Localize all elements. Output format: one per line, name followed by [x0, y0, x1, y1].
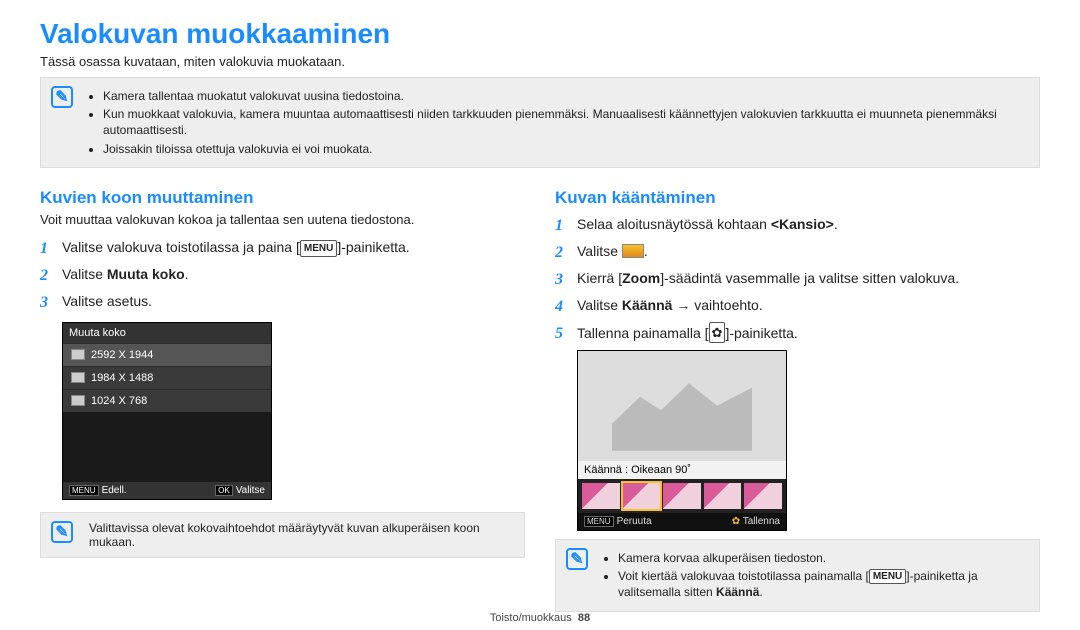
step: Valitse . — [555, 241, 1040, 262]
section-heading: Kuvien koon muuttaminen — [40, 188, 525, 208]
step: Valitse Muuta koko. — [40, 264, 525, 285]
thumb — [744, 483, 782, 509]
step: Selaa aloitusnäytössä kohtaan <Kansio>. — [555, 214, 1040, 235]
note-icon: ✎ — [51, 521, 73, 543]
note-item: Kamera korvaa alkuperäisen tiedoston. — [618, 550, 1029, 566]
photo-silhouette — [612, 361, 752, 451]
step: Valitse valokuva toistotilassa ja paina … — [40, 237, 525, 258]
thumb — [582, 483, 620, 509]
page-title: Valokuvan muokkaaminen — [40, 18, 1040, 50]
note-item: Kamera tallentaa muokatut valokuvat uusi… — [103, 88, 1029, 104]
note-item: Kun muokkaat valokuvia, kamera muuntaa a… — [103, 106, 1029, 138]
thumb — [704, 483, 742, 509]
thumbnail-strip — [578, 479, 786, 513]
device-screenshot-rotate: Käännä : Oikeaan 90˚ MENUPeruuta ✿ Talle… — [577, 350, 787, 531]
section-sub: Voit muuttaa valokuvan kokoa ja tallenta… — [40, 212, 525, 227]
app-icon — [622, 244, 644, 258]
resize-option: 2592 X 1944 — [63, 343, 271, 366]
thumb-selected — [623, 483, 661, 509]
size-icon — [71, 372, 85, 383]
top-note: ✎ Kamera tallentaa muokatut valokuvat uu… — [40, 77, 1040, 168]
col-resize: Kuvien koon muuttaminen Voit muuttaa val… — [40, 180, 525, 624]
col-rotate: Kuvan kääntäminen Selaa aloitusnäytössä … — [555, 180, 1040, 624]
note-icon: ✎ — [566, 548, 588, 570]
thumb — [663, 483, 701, 509]
step: Valitse Käännä → vaihtoehto. — [555, 295, 1040, 316]
section-heading: Kuvan kääntäminen — [555, 188, 1040, 208]
size-icon — [71, 395, 85, 406]
step: Kierrä [Zoom]-säädintä vasemmalle ja val… — [555, 268, 1040, 289]
note-item: Voit kiertää valokuvaa toistotilassa pai… — [618, 568, 1029, 601]
device-footer: MENUEdell. OKValitse — [63, 482, 271, 499]
menu-key-icon: MENU — [300, 240, 337, 257]
macro-key-icon — [709, 325, 726, 341]
note-item: Joissakin tiloissa otettuja valokuvia ei… — [103, 141, 1029, 157]
resize-option: 1984 X 1488 — [63, 366, 271, 389]
note-icon: ✎ — [51, 86, 73, 108]
step: Valitse asetus. — [40, 291, 525, 312]
device-footer: MENUPeruuta ✿ Tallenna — [578, 513, 786, 530]
page-footer: Toisto/muokkaus 88 — [0, 612, 1080, 624]
device-title: Muuta koko — [63, 323, 271, 343]
size-icon — [71, 349, 85, 360]
menu-key-icon: MENU — [869, 569, 906, 585]
right-bottom-note: ✎ Kamera korvaa alkuperäisen tiedoston. … — [555, 539, 1040, 612]
device-screenshot-resize: Muuta koko 2592 X 1944 1984 X 1488 1024 … — [62, 322, 272, 500]
resize-option: 1024 X 768 — [63, 389, 271, 412]
rotate-caption: Käännä : Oikeaan 90˚ — [578, 461, 786, 479]
left-bottom-note: ✎ Valittavissa olevat kokovaihtoehdot mä… — [40, 512, 525, 558]
intro-text: Tässä osassa kuvataan, miten valokuvia m… — [40, 54, 1040, 69]
step: Tallenna painamalla []-painiketta. — [555, 322, 1040, 344]
